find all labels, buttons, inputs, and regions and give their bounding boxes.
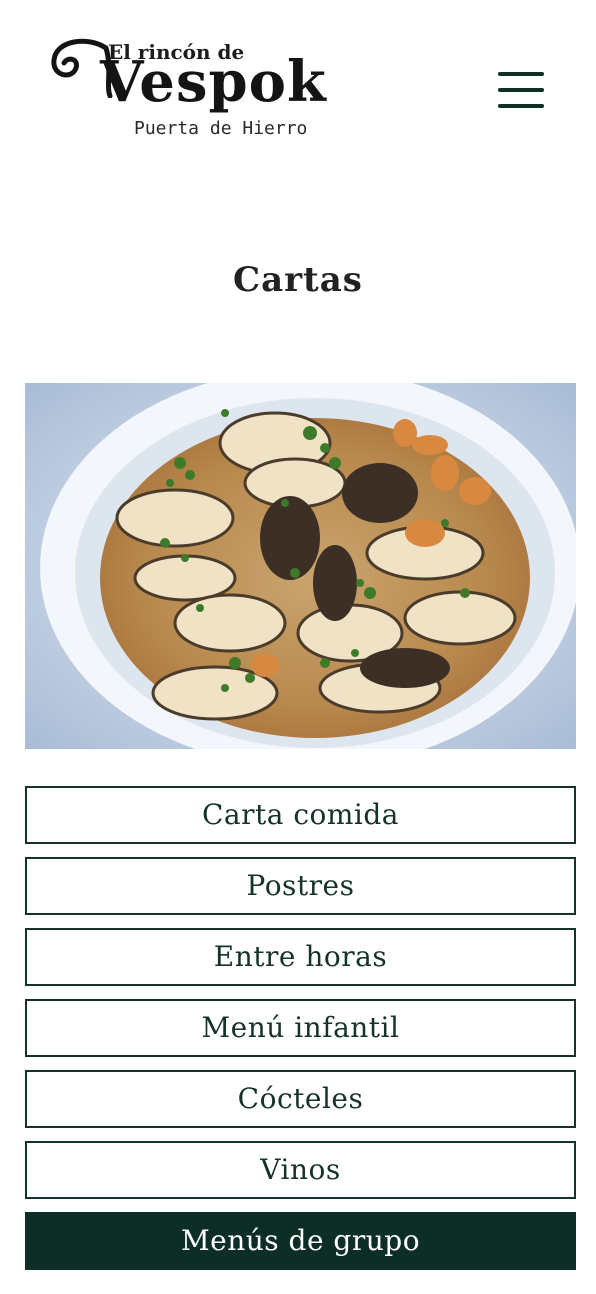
brand-subtitle: Puerta de Hierro — [134, 118, 308, 139]
site-header: El rincón de Vespok Puerta de Hierro — [0, 0, 596, 160]
menu-line — [498, 104, 544, 108]
menu-button-vinos[interactable]: Vinos — [25, 1141, 576, 1199]
menu-button-menus-de-grupo[interactable]: Menús de grupo — [25, 1212, 576, 1270]
clams-dish-illustration — [25, 383, 576, 749]
hero-image-clams — [25, 383, 576, 749]
menus-list: Carta comida Postres Entre horas Menú in… — [25, 786, 576, 1283]
menu-button-carta-comida[interactable]: Carta comida — [25, 786, 576, 844]
brand-name: Vespok — [100, 49, 327, 115]
brand-logo[interactable]: El rincón de Vespok Puerta de Hierro — [48, 36, 328, 146]
menu-button-entre-horas[interactable]: Entre horas — [25, 928, 576, 986]
menu-button-postres[interactable]: Postres — [25, 857, 576, 915]
menu-line — [498, 72, 544, 76]
menu-button-cocteles[interactable]: Cócteles — [25, 1070, 576, 1128]
menu-button-menu-infantil[interactable]: Menú infantil — [25, 999, 576, 1057]
page-title: Cartas — [233, 260, 363, 300]
hamburger-menu-icon[interactable] — [496, 70, 546, 112]
menu-line — [498, 88, 544, 92]
